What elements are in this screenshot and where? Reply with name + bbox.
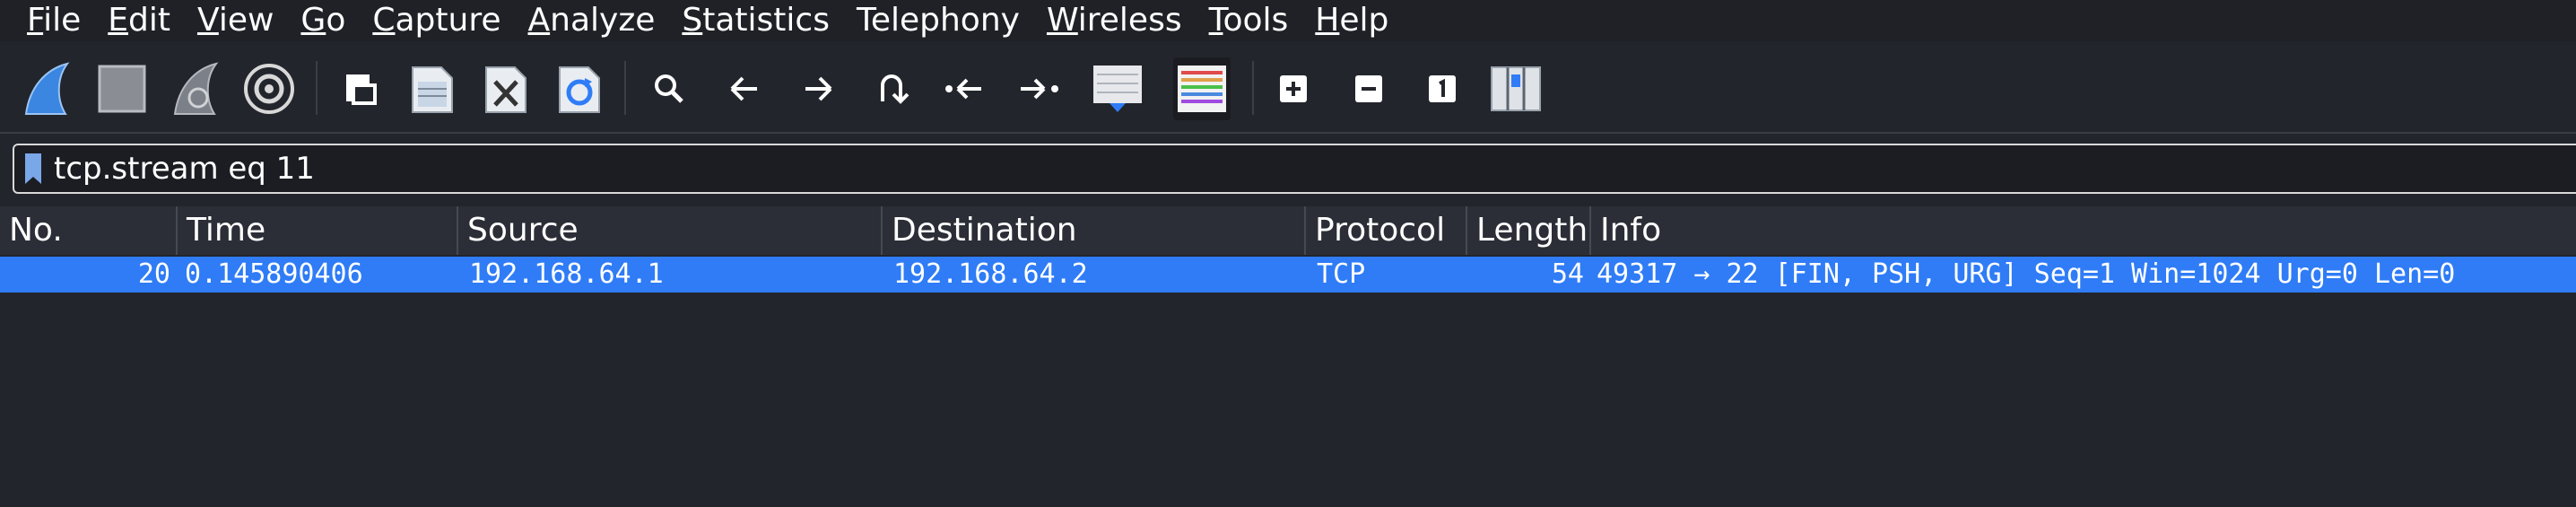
packet-info: 49317 → 22 [FIN, PSH, URG] Seq=1 Win=102…	[1597, 258, 2456, 290]
display-filter-input[interactable]: tcp.stream eq 11	[54, 151, 315, 187]
menu-analyze[interactable]: Analyze	[512, 0, 666, 41]
close-file-icon[interactable]	[477, 57, 535, 120]
packet-row-selected[interactable]: 20 0.145890406 192.168.64.1 192.168.64.2…	[0, 257, 2576, 293]
shark-fin-start-icon[interactable]	[18, 57, 75, 120]
last-packet-icon[interactable]	[1010, 57, 1067, 120]
forward-arrow-icon[interactable]	[789, 57, 847, 120]
menu-statistics[interactable]: Statistics	[666, 0, 840, 41]
back-arrow-icon[interactable]	[716, 57, 773, 120]
column-header-time[interactable]: Time	[178, 206, 458, 255]
save-file-icon[interactable]	[404, 57, 461, 120]
bookmark-icon[interactable]	[20, 149, 47, 188]
open-file-icon[interactable]	[332, 57, 389, 120]
search-icon[interactable]	[640, 57, 698, 120]
packet-time: 0.145890406	[185, 258, 363, 290]
menu-bar: File Edit View Go Capture Analyze Statis…	[0, 0, 2576, 41]
menu-capture[interactable]: Capture	[356, 0, 511, 41]
autoscroll-icon[interactable]	[1089, 57, 1146, 120]
column-header-info[interactable]: Info	[1591, 206, 2576, 255]
packet-no: 20	[137, 258, 170, 290]
menu-go[interactable]: Go	[284, 0, 356, 41]
zoom-out-icon[interactable]	[1340, 57, 1397, 120]
menu-view[interactable]: View	[181, 0, 284, 41]
first-packet-icon[interactable]	[936, 57, 994, 120]
column-header-source[interactable]: Source	[458, 206, 883, 255]
menu-help[interactable]: Help	[1299, 0, 1399, 41]
stop-square-icon[interactable]	[93, 57, 151, 120]
packet-destination: 192.168.64.2	[893, 258, 1088, 290]
reload-file-icon[interactable]	[551, 57, 608, 120]
packet-source: 192.168.64.1	[469, 258, 664, 290]
colorize-icon[interactable]	[1173, 57, 1231, 120]
packet-protocol: TCP	[1317, 258, 1366, 290]
zoom-in-icon[interactable]	[1265, 57, 1322, 120]
menu-file[interactable]: File	[0, 0, 91, 41]
packet-list-header: No. Time Source Destination Protocol Len…	[0, 206, 2576, 256]
gear-options-icon[interactable]	[240, 57, 298, 120]
packet-list: 20 0.145890406 192.168.64.1 192.168.64.2…	[0, 255, 2576, 507]
menu-tools[interactable]: Tools	[1193, 0, 1300, 41]
restart-fin-icon[interactable]	[167, 57, 224, 120]
column-header-length[interactable]: Length	[1467, 206, 1591, 255]
menu-telephony[interactable]: Telephony	[840, 0, 1031, 41]
menu-wireless[interactable]: Wireless	[1031, 0, 1193, 41]
column-header-protocol[interactable]: Protocol	[1306, 206, 1467, 255]
packet-length: 54	[1551, 258, 1584, 290]
column-header-destination[interactable]: Destination	[883, 206, 1306, 255]
normal-size-icon[interactable]	[1414, 57, 1471, 120]
display-filter-bar: tcp.stream eq 11	[13, 144, 2576, 194]
main-toolbar	[0, 47, 2576, 134]
resize-columns-icon[interactable]	[1487, 57, 1545, 120]
menu-edit[interactable]: Edit	[91, 0, 181, 41]
jump-to-packet-icon[interactable]	[863, 57, 920, 120]
column-header-no[interactable]: No.	[0, 206, 178, 255]
